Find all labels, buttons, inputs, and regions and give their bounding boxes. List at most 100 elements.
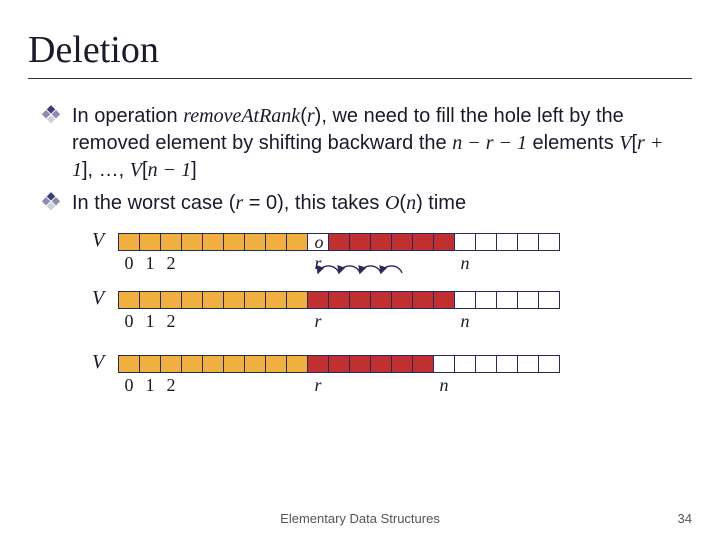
text: elements	[527, 132, 619, 154]
index-1: 1	[139, 375, 161, 396]
index-0: 0	[118, 311, 140, 332]
cell	[391, 355, 413, 373]
cell-empty	[517, 291, 539, 309]
cell	[160, 233, 182, 251]
cell	[433, 233, 455, 251]
cell	[244, 233, 266, 251]
cell	[139, 355, 161, 373]
cell-empty	[475, 233, 497, 251]
index-r: r	[307, 311, 329, 332]
cell-empty	[538, 355, 560, 373]
cell	[286, 233, 308, 251]
cell-empty	[538, 233, 560, 251]
cell	[139, 233, 161, 251]
cell	[223, 233, 245, 251]
cell	[118, 355, 140, 373]
text: = 0	[243, 192, 277, 214]
expr: n − r − 1	[452, 132, 527, 154]
V: V	[130, 159, 142, 181]
cell	[286, 355, 308, 373]
slide-title: Deletion	[28, 28, 692, 79]
cell	[160, 291, 182, 309]
cell	[265, 233, 287, 251]
index-1: 1	[139, 311, 161, 332]
cell-empty	[454, 233, 476, 251]
bullet-icon	[41, 192, 61, 212]
cell-empty	[496, 233, 518, 251]
cell	[202, 291, 224, 309]
array-cells	[118, 291, 560, 309]
cell	[349, 355, 371, 373]
method-name: removeAtRank	[183, 105, 300, 127]
cell-empty	[433, 355, 455, 373]
text: )	[416, 192, 423, 214]
cell	[391, 233, 413, 251]
index-r: r	[307, 375, 329, 396]
bullet-2: In the worst case (r = 0), this takes O(…	[72, 190, 682, 217]
cell-empty	[517, 233, 539, 251]
index-2: 2	[160, 311, 182, 332]
cell	[412, 233, 434, 251]
cell	[244, 291, 266, 309]
array-cells: o	[118, 233, 560, 251]
cell	[181, 233, 203, 251]
cell	[181, 291, 203, 309]
cell-empty	[496, 355, 518, 373]
hole-symbol: o	[308, 232, 330, 253]
cell	[265, 291, 287, 309]
shift-arrows	[118, 259, 618, 289]
cell	[244, 355, 266, 373]
cell-empty	[475, 355, 497, 373]
n: n	[406, 192, 416, 214]
cell	[139, 291, 161, 309]
cell	[433, 291, 455, 309]
cell	[328, 233, 350, 251]
r: r	[307, 105, 315, 127]
index-2: 2	[160, 375, 182, 396]
cell-empty	[496, 291, 518, 309]
bullet-icon	[41, 105, 61, 125]
text: ), this takes	[277, 192, 385, 214]
cell	[349, 291, 371, 309]
footer-text: Elementary Data Structures	[0, 511, 720, 526]
cell	[181, 355, 203, 373]
index-n: n	[433, 375, 455, 396]
cell	[307, 355, 329, 373]
cell	[286, 291, 308, 309]
cell	[265, 355, 287, 373]
cell	[412, 291, 434, 309]
hole-cell: o	[307, 233, 329, 251]
cell	[160, 355, 182, 373]
array-cells	[118, 355, 560, 373]
text: (	[300, 105, 307, 127]
page-number: 34	[678, 511, 692, 526]
cell	[412, 355, 434, 373]
cell	[202, 233, 224, 251]
cell-empty	[454, 355, 476, 373]
text: In the worst case (	[72, 192, 235, 214]
cell	[349, 233, 371, 251]
cell	[307, 291, 329, 309]
array-row-2: V	[118, 289, 692, 353]
cell	[223, 355, 245, 373]
cell	[118, 233, 140, 251]
cell	[391, 291, 413, 309]
cell-empty	[454, 291, 476, 309]
cell-empty	[538, 291, 560, 309]
big-o: O	[385, 192, 399, 214]
array-label: V	[92, 287, 104, 310]
expr: n − 1	[148, 159, 192, 181]
cell-empty	[475, 291, 497, 309]
cell	[370, 233, 392, 251]
text: time	[423, 192, 466, 214]
text: ]	[191, 159, 197, 181]
cell	[202, 355, 224, 373]
cell	[370, 291, 392, 309]
cell	[328, 291, 350, 309]
cell	[223, 291, 245, 309]
index-0: 0	[118, 375, 140, 396]
text: In operation	[72, 105, 183, 127]
cell	[118, 291, 140, 309]
diagram: V o	[28, 231, 692, 411]
V: V	[619, 132, 631, 154]
